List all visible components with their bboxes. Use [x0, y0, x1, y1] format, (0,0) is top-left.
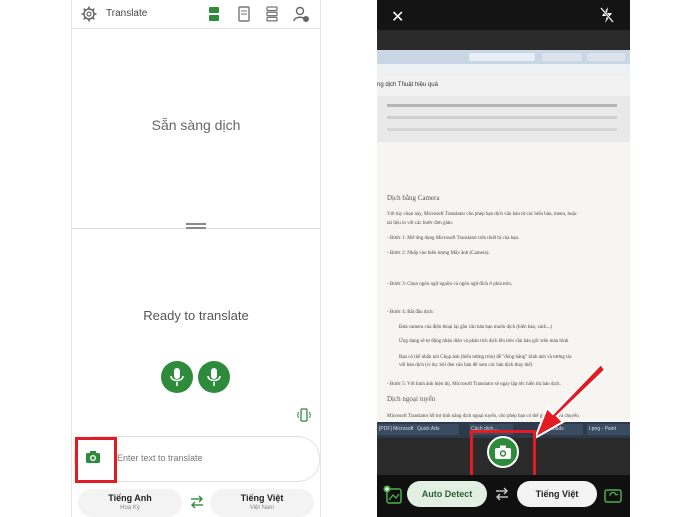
target-language-button[interactable]: Tiếng Việt Việt Nam: [210, 489, 314, 517]
camera-viewfinder[interactable]: ng dịch Thuật hiệu quả Dịch bằng Camera …: [377, 30, 630, 478]
photo-doc-line: - Bước 4: Bắt đầu dịch:: [387, 310, 434, 315]
profile-settings-icon[interactable]: [292, 5, 310, 23]
photo-doc-line: - Bước 2: Nhấp vào biểu tượng Máy ảnh (C…: [387, 251, 490, 256]
source-pane[interactable]: Sẵn sàng dịch: [72, 29, 320, 226]
photo-doc-line: Với tùy chọn này, Microsoft Translator c…: [387, 212, 577, 217]
photo-bookmarks-bar: [377, 64, 630, 76]
rotate-screen-icon[interactable]: [297, 408, 311, 422]
app-title: Translate: [106, 8, 148, 19]
camera-icon: [495, 445, 511, 459]
gallery-add-icon[interactable]: [383, 485, 403, 505]
photo-doc-line: - Bước 1: Mở ứng dụng Microsoft Translat…: [387, 236, 520, 241]
red-arrow-icon: [533, 362, 607, 441]
gear-icon[interactable]: [80, 5, 98, 23]
camera-top-bar: ✕: [377, 0, 630, 30]
text-input-placeholder[interactable]: Enter text to translate: [117, 453, 203, 463]
source-language-region: Hoa Kỳ: [120, 505, 140, 511]
photo-doc-heading: Dịch bằng Camera: [387, 194, 440, 202]
source-language-name: Tiếng Anh: [108, 493, 152, 503]
swap-languages-icon[interactable]: [494, 486, 510, 502]
camera-button[interactable]: [75, 437, 117, 483]
translator-camera-screen: ✕ ng dịch Thuật hiệu quả Dịch bằng Camer…: [377, 0, 630, 517]
top-bar: Translate: [72, 0, 320, 29]
shutter-button[interactable]: [487, 436, 519, 468]
switch-camera-icon[interactable]: [603, 485, 623, 505]
flash-off-icon[interactable]: [599, 6, 615, 24]
microphone-icon: [207, 368, 221, 386]
source-language-button[interactable]: Tiếng Anh Hoa Kỳ: [78, 489, 182, 517]
swap-languages-icon[interactable]: [189, 494, 205, 510]
photo-tab: [587, 53, 625, 61]
photo-taskbar-item: Quick Ads: [415, 424, 459, 435]
photo-doc-line: với bản dịch (ví dụ: bôi đen văn bản để …: [399, 363, 533, 368]
camera-bottom-bar: Auto Detect Tiếng Việt: [377, 475, 630, 517]
photo-doc-title: ng dịch Thuật hiệu quả: [377, 82, 438, 88]
close-icon[interactable]: ✕: [391, 7, 404, 27]
target-status-text: Ready to translate: [143, 308, 249, 323]
photo-doc-subheading: Dịch ngoại tuyến: [387, 395, 436, 403]
photo-doc-line: Đưa camera của điện thoại lại gần văn bả…: [399, 325, 552, 330]
translator-text-screen: Translate Sẵn sàng dịch Ready to transla…: [72, 0, 320, 517]
photo-doc-title-bar: ng dịch Thuật hiệu quả: [377, 76, 630, 96]
target-language-name: Tiếng Việt: [240, 493, 284, 503]
auto-detect-button[interactable]: Auto Detect: [407, 481, 487, 507]
photo-browser-tabs: [377, 50, 630, 64]
target-mic-button[interactable]: [198, 361, 230, 393]
photo-doc-line: Ứng dụng sẽ tự động nhận diện và phân tí…: [399, 339, 569, 344]
resize-handle[interactable]: [186, 223, 206, 229]
text-input-row[interactable]: Enter text to translate: [74, 436, 320, 483]
photo-doc-line: - Bước 3: Chọn ngôn ngữ nguồn và ngôn ng…: [387, 282, 513, 287]
camera-icon: [86, 451, 100, 463]
conversation-layout-icon[interactable]: [205, 5, 223, 23]
stacked-view-icon[interactable]: [263, 5, 281, 23]
target-language-region: Việt Nam: [249, 505, 275, 511]
source-mic-button[interactable]: [161, 361, 193, 393]
microphone-icon: [170, 368, 184, 386]
target-pane[interactable]: Ready to translate: [72, 230, 320, 430]
single-view-icon[interactable]: [235, 5, 253, 23]
target-language-button[interactable]: Tiếng Việt: [517, 481, 597, 507]
photo-doc-line: tài liệu in với các bước đơn giản:: [387, 221, 454, 226]
language-selector-row: Tiếng Anh Hoa Kỳ Tiếng Việt Việt Nam: [72, 486, 320, 517]
photo-toolbar: [377, 96, 630, 142]
photo-tab: [542, 53, 582, 61]
source-status-text: Sẵn sàng dịch: [151, 117, 241, 133]
photo-tab: [469, 53, 535, 61]
photo-taskbar-item: [PDF] Microsoft Translator: [377, 424, 415, 435]
